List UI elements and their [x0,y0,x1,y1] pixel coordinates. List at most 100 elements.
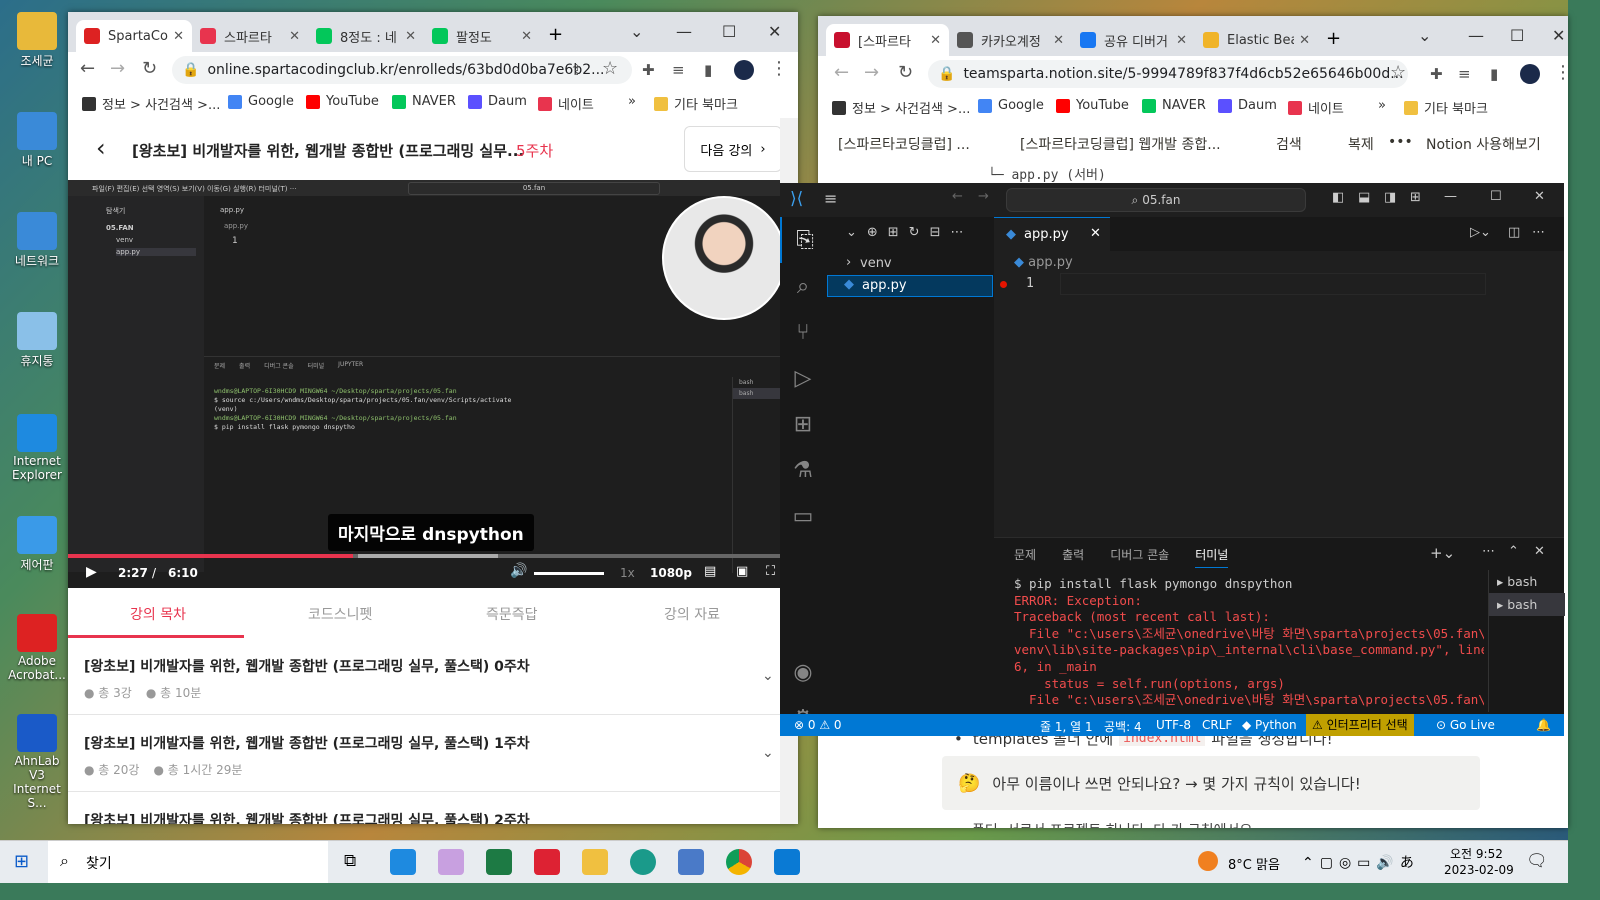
edge-taskbar-icon[interactable] [630,849,656,875]
browser-tab[interactable]: SpartaCo ✕ [76,20,192,52]
bookmark-item[interactable]: Google [978,98,1044,113]
right-profile-avatar[interactable] [1520,64,1540,84]
line-ending[interactable]: CRLF [1202,718,1232,732]
right-reading-list-icon[interactable]: ≡ [1458,65,1471,83]
toggle-sidebar-icon[interactable]: ◧ [1332,190,1344,205]
toggle-panel-icon[interactable]: ⬓ [1358,190,1370,205]
explorer-icon[interactable]: ⎘ [780,217,828,263]
bookmark-item[interactable]: Daum [468,94,527,109]
notion-topbar-item[interactable]: [스파르타코딩클럽] 웹개발 종합... [1020,134,1221,154]
right-bookmark-star-icon[interactable]: ☆ [1390,62,1406,83]
reading-list-icon[interactable]: ≡ [672,61,685,79]
breakpoint-dot[interactable] [1000,281,1007,288]
reload-icon[interactable]: ↻ [142,58,157,79]
tab-close-icon[interactable]: ✕ [1176,33,1187,48]
other-bookmarks[interactable]: 기타 북마크 [654,94,738,113]
vscode-close-button[interactable]: ✕ [1534,189,1545,204]
right-minimize-button[interactable]: — [1468,26,1484,45]
share-icon[interactable]: ⇪ [570,61,583,79]
vscode-back-icon[interactable]: ← [952,189,963,204]
run-python-icon[interactable]: ▷⌄ [1470,225,1491,240]
tab-close-icon[interactable]: ✕ [1090,226,1101,241]
right-reload-icon[interactable]: ↻ [898,62,913,83]
panel-more-icon[interactable]: ⋯ [1482,544,1495,559]
lecture-week-row[interactable]: [왕초보] 비개발자를 위한, 웹개발 종합반 (프로그래밍 실무, 풀스택) … [68,792,780,824]
notion-topbar-item[interactable]: Notion 사용해보기 [1426,134,1541,154]
excel-taskbar-icon[interactable] [486,849,512,875]
notification-center-icon[interactable]: 🗨 [1526,851,1548,871]
explorer-taskbar-icon[interactable] [582,849,608,875]
toggle-secondary-icon[interactable]: ◨ [1384,190,1396,205]
indentation[interactable]: 공백: 4 [1104,718,1142,735]
right-menu-icon[interactable]: ⋮ [1554,62,1568,83]
back-icon[interactable]: ← [80,58,95,79]
account-icon[interactable]: ◉ [780,649,826,695]
browser-tab[interactable]: 스파르타 ✕ [192,20,308,52]
bookmark-star-icon[interactable]: ☆ [602,58,618,79]
next-lecture-button[interactable]: 다음 강의 › [684,126,782,172]
lecture-week-row[interactable]: [왕초보] 비개발자를 위한, 웹개발 종합반 (프로그래밍 실무, 풀스택) … [68,638,780,715]
sidepanel-icon[interactable]: ▮ [704,61,712,79]
address-bar[interactable]: 🔒 online.spartacodingclub.kr/enrolleds/6… [172,56,632,84]
tab-close-icon[interactable]: ✕ [289,29,300,44]
cursor-position[interactable]: 줄 1, 열 1 [1040,718,1093,735]
desktop-icon[interactable]: 제어판 [8,516,66,573]
desktop-icon[interactable]: Adobe Acrobat... [8,614,66,682]
bookmark-item[interactable]: 정보 > 사건검색 >... [82,94,220,113]
vscode-taskbar-icon[interactable] [774,849,800,875]
expand-chevron-icon[interactable]: ⌄ [762,668,774,684]
volume-slider[interactable] [534,572,604,575]
right-close-button[interactable]: ✕ [1552,26,1565,45]
panel-tab[interactable]: 문제 [1014,546,1036,568]
vscode-maximize-button[interactable]: ☐ [1490,189,1502,204]
chrome-taskbar-icon[interactable] [726,849,752,875]
tray-icons[interactable]: ⌃▢◎▭🔊あ [1302,852,1420,872]
problems-status[interactable]: ⊗ 0 ⚠ 0 [794,718,842,732]
right-address-bar[interactable]: 🔒 teamsparta.notion.site/5-9994789f837f4… [928,60,1408,88]
editor-more-icon[interactable]: ⋯ [1532,225,1545,240]
panel-tab[interactable]: 디버그 콘솔 [1110,546,1169,568]
right-sidepanel-icon[interactable]: ▮ [1490,65,1498,83]
desktop-icon[interactable]: 조세균 [8,12,66,69]
vscode-forward-icon[interactable]: → [978,189,989,204]
weather-text[interactable]: 8°C 맑음 [1228,854,1280,873]
editor-tab-app-py[interactable]: ◆ app.py ✕ [994,217,1110,252]
fullscreen-icon[interactable]: ⛶ [766,564,775,579]
play-icon[interactable]: ▶ [86,564,97,580]
task-view-icon[interactable]: ⧉ [344,851,356,871]
new-tab-icon[interactable]: + [1326,28,1341,49]
desktop-icon[interactable]: Internet Explorer [8,414,66,482]
tree-item-app-py[interactable]: ◆ app.py [827,275,993,297]
helper-taskbar-icon[interactable] [678,849,704,875]
new-tab-icon[interactable]: + [548,24,563,45]
new-terminal-icon[interactable]: +⌄ [1430,544,1455,562]
panel-tab[interactable]: 터미널 [1195,546,1229,568]
browser-tab[interactable]: 팔정도 ✕ [424,20,540,52]
tab-close-icon[interactable]: ✕ [1053,33,1064,48]
minimize-button[interactable]: — [676,22,692,41]
bookmarks-overflow[interactable]: » [628,94,636,109]
bookmark-item[interactable]: 네이트 [1288,98,1344,117]
browser-tab[interactable]: [스파르타 ✕ [826,24,949,56]
terminal-bash-2[interactable]: ▸ bash [1489,593,1565,616]
vscode-minimize-button[interactable]: — [1444,189,1457,204]
lecture-week-row[interactable]: [왕초보] 비개발자를 위한, 웹개발 종합반 (프로그래밍 실무, 풀스택) … [68,715,780,792]
captions-icon[interactable]: ▤ [704,564,716,579]
browser-tab[interactable]: 카카오계정 ✕ [949,24,1072,56]
profile-avatar[interactable] [734,60,754,80]
terminal-output[interactable]: $ pip install flask pymongo dnspython ERR… [1014,576,1484,712]
extensions-view-icon[interactable]: ⊞ [780,401,826,447]
lecture-tab[interactable]: 코드스니펫 [308,604,372,624]
pdf-taskbar-icon[interactable] [534,849,560,875]
bookmark-item[interactable]: NAVER [392,94,456,109]
close-panel-icon[interactable]: ✕ [1534,544,1545,559]
lecture-tab[interactable]: 강의 자료 [664,604,720,624]
lecture-tab[interactable]: 즉문즉답 [486,604,538,624]
search-view-icon[interactable]: ⌕ [780,263,826,309]
bookmark-item[interactable]: Daum [1218,98,1277,113]
close-button[interactable]: ✕ [768,22,781,41]
notifications-icon[interactable]: 🔔 [1536,718,1551,732]
volume-icon[interactable]: 🔊 [510,563,527,579]
testing-icon[interactable]: ⚗ [780,447,826,493]
right-extensions-icon[interactable]: ✚ [1430,65,1443,83]
